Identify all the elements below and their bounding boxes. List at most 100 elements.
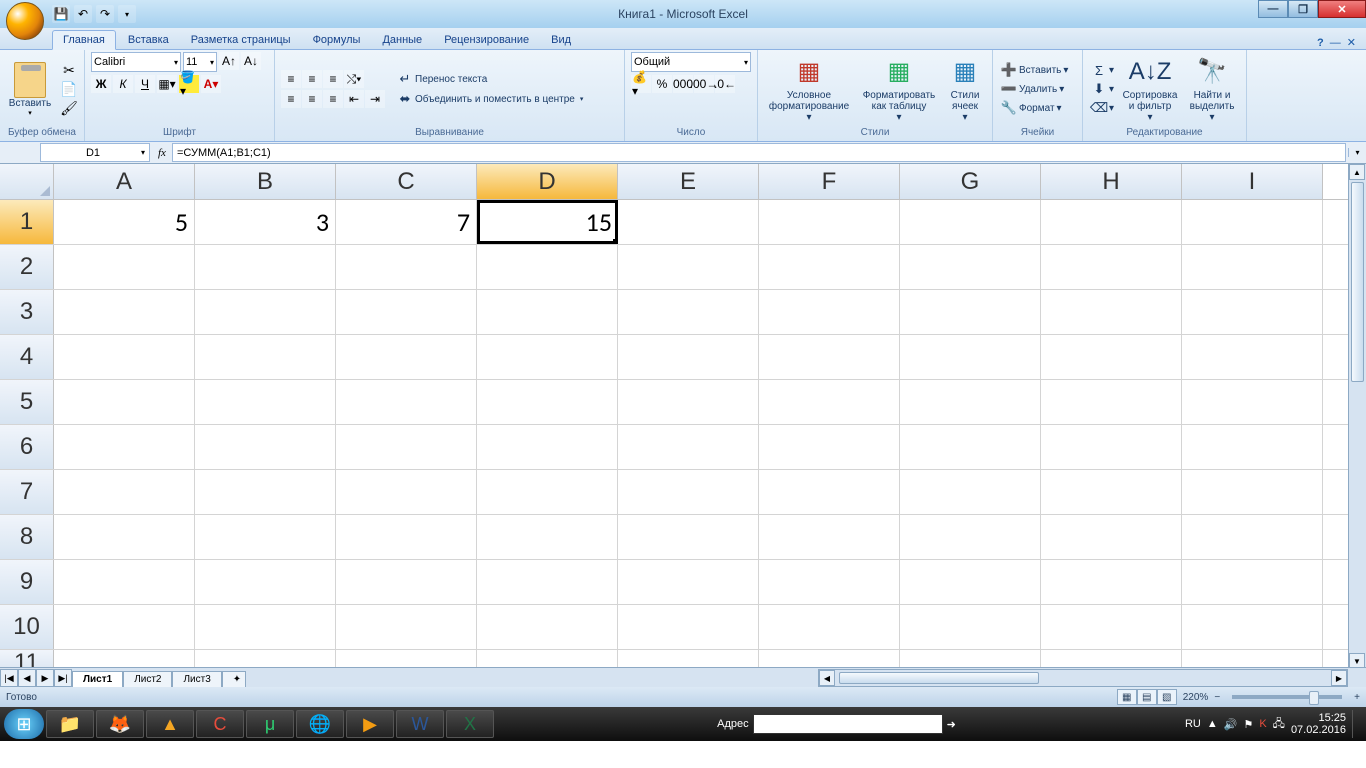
sort-filter-button[interactable]: A↓ZСортировка и фильтр▾	[1120, 56, 1180, 123]
autosum-button[interactable]: Σ▾	[1089, 61, 1116, 79]
cell-E8[interactable]	[618, 515, 759, 559]
column-header-A[interactable]: A	[54, 164, 195, 199]
tab-home[interactable]: Главная	[52, 30, 116, 50]
view-page-layout-button[interactable]: ▤	[1137, 689, 1157, 705]
row-header-7[interactable]: 7	[0, 470, 54, 514]
cell-G4[interactable]	[900, 335, 1041, 379]
cell-G8[interactable]	[900, 515, 1041, 559]
clear-button[interactable]: ⌫▾	[1089, 99, 1116, 117]
cell-F3[interactable]	[759, 290, 900, 334]
cell-A3[interactable]	[54, 290, 195, 334]
cell-C5[interactable]	[336, 380, 477, 424]
insert-cells-button[interactable]: ➕Вставить▾	[999, 61, 1070, 79]
zoom-in-button[interactable]: +	[1354, 692, 1360, 703]
horizontal-scrollbar[interactable]: ◀ ▶	[818, 669, 1348, 687]
row-header-2[interactable]: 2	[0, 245, 54, 289]
help-icon[interactable]: ?	[1317, 37, 1324, 49]
cell-A2[interactable]	[54, 245, 195, 289]
tab-review[interactable]: Рецензирование	[434, 31, 539, 49]
zoom-level[interactable]: 220%	[1183, 692, 1209, 703]
orientation-icon[interactable]: ⤭▾	[344, 70, 364, 88]
cell-E7[interactable]	[618, 470, 759, 514]
qat-customize[interactable]: ▾	[118, 5, 136, 23]
minimize-ribbon-icon[interactable]: —	[1330, 37, 1341, 49]
zoom-slider[interactable]	[1232, 695, 1342, 699]
decrease-decimal-icon[interactable]: .0←	[715, 75, 735, 93]
cell-I6[interactable]	[1182, 425, 1323, 469]
row-header-10[interactable]: 10	[0, 605, 54, 649]
cell-B2[interactable]	[195, 245, 336, 289]
tab-data[interactable]: Данные	[372, 31, 432, 49]
cell-A4[interactable]	[54, 335, 195, 379]
cell-E6[interactable]	[618, 425, 759, 469]
task-excel[interactable]: X	[446, 710, 494, 738]
select-all-button[interactable]	[0, 164, 54, 199]
task-utorrent[interactable]: μ	[246, 710, 294, 738]
start-button[interactable]: ⊞	[4, 709, 44, 739]
cell-styles-button[interactable]: ▦Стили ячеек▾	[944, 56, 986, 123]
cell-I10[interactable]	[1182, 605, 1323, 649]
grow-font-icon[interactable]: A↑	[219, 52, 239, 70]
show-desktop-button[interactable]	[1352, 710, 1362, 738]
task-word[interactable]: W	[396, 710, 444, 738]
cell-A7[interactable]	[54, 470, 195, 514]
new-sheet-button[interactable]: ✦	[222, 671, 246, 687]
cell-C7[interactable]	[336, 470, 477, 514]
cell-E5[interactable]	[618, 380, 759, 424]
tray-show-hidden-icon[interactable]: ▲	[1207, 718, 1218, 730]
cell-B4[interactable]	[195, 335, 336, 379]
cell-E2[interactable]	[618, 245, 759, 289]
number-format-combo[interactable]: Общий▾	[631, 52, 751, 72]
cell-A8[interactable]	[54, 515, 195, 559]
cell-C10[interactable]	[336, 605, 477, 649]
cell-B1[interactable]: 3	[195, 200, 336, 244]
align-top-icon[interactable]: ≡	[281, 70, 301, 88]
cell-C9[interactable]	[336, 560, 477, 604]
row-header-5[interactable]: 5	[0, 380, 54, 424]
cell-H1[interactable]	[1041, 200, 1182, 244]
cell-B7[interactable]	[195, 470, 336, 514]
column-header-H[interactable]: H	[1041, 164, 1182, 199]
task-firefox[interactable]: 🦊	[96, 710, 144, 738]
tray-time[interactable]: 15:25	[1291, 712, 1346, 724]
task-aimp[interactable]: ▲	[146, 710, 194, 738]
row-header-9[interactable]: 9	[0, 560, 54, 604]
cell-G2[interactable]	[900, 245, 1041, 289]
formula-input[interactable]: =СУММ(A1;B1;C1)	[172, 143, 1346, 162]
conditional-format-button[interactable]: ▦Условное форматирование▾	[764, 56, 854, 123]
cell-E4[interactable]	[618, 335, 759, 379]
sheet-nav-first[interactable]: |◀	[0, 669, 18, 687]
cell-G5[interactable]	[900, 380, 1041, 424]
align-center-icon[interactable]: ≡	[302, 90, 322, 108]
cell-G6[interactable]	[900, 425, 1041, 469]
tab-page-layout[interactable]: Разметка страницы	[181, 31, 301, 49]
qat-redo[interactable]: ↷	[96, 5, 114, 23]
cell-B8[interactable]	[195, 515, 336, 559]
cell-I9[interactable]	[1182, 560, 1323, 604]
cell-D8[interactable]	[477, 515, 618, 559]
maximize-button[interactable]: ❐	[1288, 0, 1318, 18]
column-header-F[interactable]: F	[759, 164, 900, 199]
office-button[interactable]	[6, 2, 44, 40]
cell-I1[interactable]	[1182, 200, 1323, 244]
column-header-E[interactable]: E	[618, 164, 759, 199]
task-explorer[interactable]: 📁	[46, 710, 94, 738]
cell-E1[interactable]	[618, 200, 759, 244]
cell-I8[interactable]	[1182, 515, 1323, 559]
cell-D2[interactable]	[477, 245, 618, 289]
sheet-tab-2[interactable]: Лист2	[123, 671, 172, 687]
delete-cells-button[interactable]: ➖Удалить▾	[999, 80, 1070, 98]
shrink-font-icon[interactable]: A↓	[241, 52, 261, 70]
cell-B10[interactable]	[195, 605, 336, 649]
tray-network-icon[interactable]: 🖧	[1273, 715, 1285, 734]
cell-A6[interactable]	[54, 425, 195, 469]
vertical-scrollbar[interactable]: ▲ ▼	[1348, 164, 1366, 669]
fill-button[interactable]: ⬇▾	[1089, 80, 1116, 98]
align-bottom-icon[interactable]: ≡	[323, 70, 343, 88]
cell-D10[interactable]	[477, 605, 618, 649]
cell-C8[interactable]	[336, 515, 477, 559]
sheet-nav-next[interactable]: ▶	[36, 669, 54, 687]
cell-F5[interactable]	[759, 380, 900, 424]
name-box[interactable]: D1▾	[40, 143, 150, 162]
cell-I3[interactable]	[1182, 290, 1323, 334]
